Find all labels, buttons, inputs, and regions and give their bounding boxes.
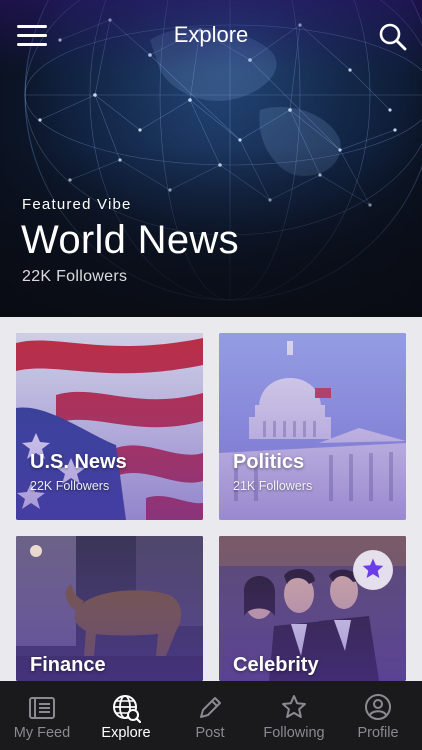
category-name: U.S. News [30, 451, 127, 473]
page-title: Explore [173, 22, 249, 47]
star-outline-icon [282, 695, 306, 718]
tab-label: Explore [101, 725, 151, 741]
category-card-politics[interactable]: Politics 21K Followers [219, 333, 406, 520]
category-card-finance[interactable]: Finance [16, 536, 203, 681]
explore-screen: Explore Featured Vibe World News 22K Fol… [0, 0, 422, 750]
search-icon[interactable] [378, 22, 408, 52]
pencil-icon [200, 697, 221, 718]
profile-icon [365, 694, 391, 720]
category-name: Politics [233, 451, 305, 473]
featured-followers: 22K Followers [22, 268, 128, 285]
tab-label: My Feed [13, 725, 71, 741]
tab-label: Post [195, 725, 225, 741]
feed-icon [29, 697, 55, 719]
tab-label: Profile [357, 725, 399, 741]
tab-post[interactable]: Post [168, 681, 252, 750]
favorite-star-button[interactable] [353, 550, 393, 590]
featured-hero[interactable]: Explore Featured Vibe World News 22K Fol… [0, 0, 422, 317]
category-followers: 22K Followers [30, 479, 110, 493]
featured-title: World News [21, 218, 239, 262]
category-followers: 21K Followers [233, 479, 313, 493]
category-name: Celebrity [233, 654, 319, 676]
category-name: Finance [30, 654, 106, 676]
tab-my-feed[interactable]: My Feed [0, 681, 84, 750]
star-icon [362, 558, 384, 578]
globe-icon [113, 695, 141, 723]
category-card-us-news[interactable]: U.S. News 22K Followers [16, 333, 203, 520]
tab-following[interactable]: Following [252, 681, 336, 750]
tab-profile[interactable]: Profile [336, 681, 420, 750]
bottom-tab-bar: My Feed Explore Post Following Profile [0, 681, 422, 750]
tab-explore[interactable]: Explore [84, 681, 168, 750]
featured-label: Featured Vibe [22, 196, 132, 213]
tab-label: Following [263, 725, 325, 741]
